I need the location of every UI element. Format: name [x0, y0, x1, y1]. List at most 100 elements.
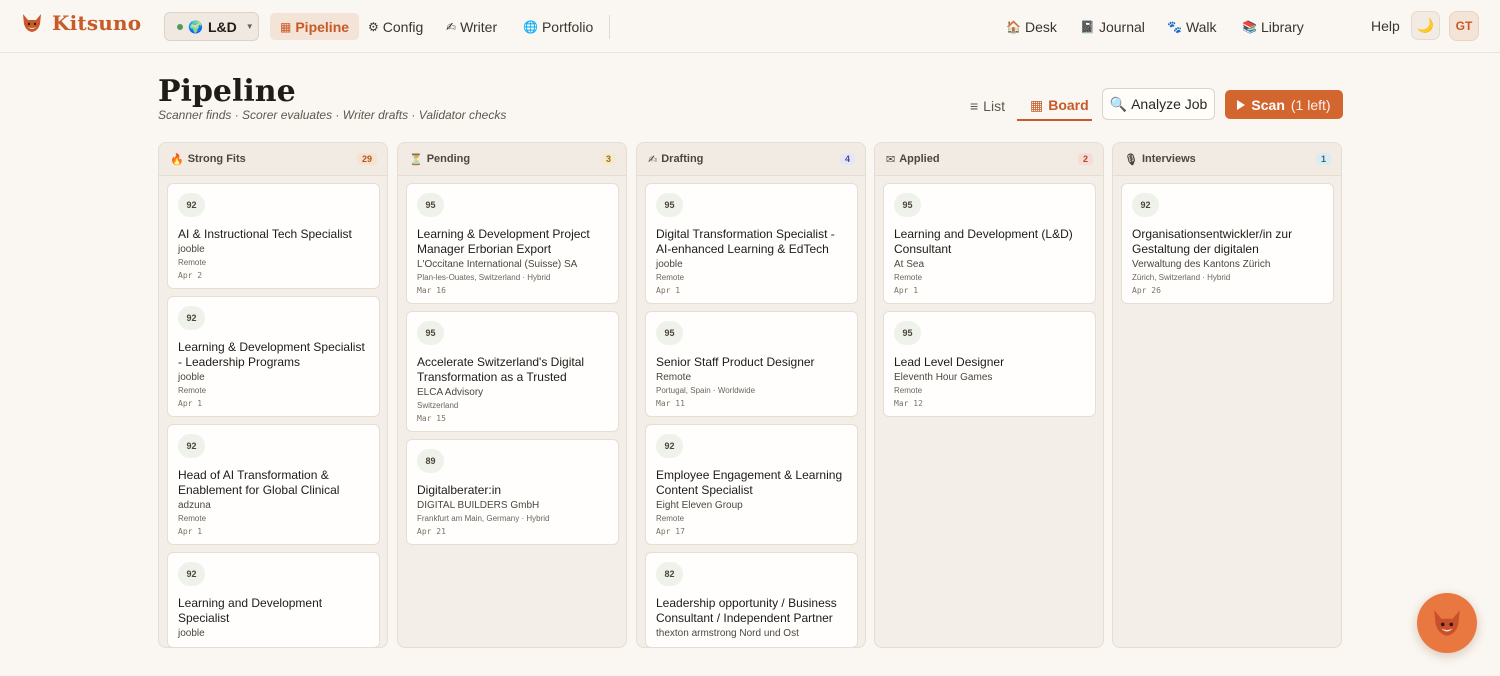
job-card[interactable]: 95 Accelerate Switzerland's Digital Trans… [406, 311, 619, 432]
job-location: Remote [178, 386, 207, 395]
job-location: Remote [894, 273, 923, 282]
nav-writer[interactable]: ✍ Writer [436, 13, 507, 40]
job-card[interactable]: 92 Organisationsentwickler/in zur Gestalt… [1121, 183, 1334, 304]
job-card[interactable]: 92 AI & Instructional Tech Specialist joob… [167, 183, 380, 289]
job-card[interactable]: 95 Senior Staff Product Designer Remote Por… [645, 311, 858, 417]
score-badge: 95 [417, 321, 444, 345]
nav-desk-label: Desk [1024, 18, 1057, 35]
help-link[interactable]: Help [1371, 18, 1400, 34]
nav-desk[interactable]: 🏠 Desk [996, 13, 1067, 40]
nav-journal[interactable]: 📓 Journal [1070, 13, 1155, 40]
card-list: 92 Organisationsentwickler/in zur Gestalt… [1113, 176, 1341, 304]
job-title: Head of AI Transformation & Enablement f… [178, 468, 340, 497]
user-avatar[interactable]: GT [1449, 11, 1479, 41]
column-title: Strong Fits [187, 153, 246, 165]
job-location: Switzerland [417, 401, 459, 410]
score-badge: 92 [178, 193, 205, 217]
nav-portfolio[interactable]: 🌐 Portfolio [513, 13, 603, 40]
job-card[interactable]: 92 Head of AI Transformation & Enablement… [167, 424, 380, 545]
job-company: jooble [178, 628, 205, 639]
job-card[interactable]: 92 Learning and Development Specialist joo… [167, 552, 380, 647]
workspace-label: L&D [207, 18, 237, 35]
app-window: Kitsuno 🌍 L&D ▼ ▦ Pipeline ⚙ Config ✍ Wr… [0, 0, 1500, 676]
theme-toggle-button[interactable]: 🌙 [1411, 11, 1440, 40]
books-icon: 📚 [1242, 19, 1257, 34]
nav-config[interactable]: ⚙ Config [358, 13, 433, 40]
job-card[interactable]: 95 Learning and Development (L&D) Consult… [883, 183, 1096, 304]
job-date: Mar 11 [656, 399, 685, 408]
job-card[interactable]: 82 Leadership opportunity / Business Cons… [645, 552, 858, 647]
column-count-badge: 3 [600, 153, 616, 165]
tab-list-view[interactable]: ≡ List [957, 91, 1018, 121]
job-card[interactable]: 95 Learning & Development Project Manager… [406, 183, 619, 304]
score-badge: 89 [417, 449, 444, 473]
chevron-down-icon: ▼ [245, 22, 254, 31]
scan-remaining: (1 left) [1290, 96, 1331, 113]
column-title: Drafting [661, 153, 704, 165]
job-title: AI & Instructional Tech Specialist [178, 227, 352, 241]
brand-name: Kitsuno [52, 11, 142, 35]
job-title: Organisationsentwickler/in zur Gestaltun… [1132, 227, 1293, 256]
score-badge: 92 [178, 306, 205, 330]
magnifier-icon: 🔍 [1109, 95, 1128, 112]
notebook-icon: 📓 [1080, 19, 1095, 34]
nav-pipeline[interactable]: ▦ Pipeline [270, 13, 360, 40]
job-title: Learning and Development Specialist [178, 596, 323, 625]
job-location: Remote [894, 386, 923, 395]
page-title: Pipeline [158, 74, 296, 109]
score-badge: 95 [656, 321, 683, 345]
scan-label: Scan [1251, 96, 1285, 113]
microphone-icon: 🎙 [1124, 153, 1138, 166]
job-company: At Sea [894, 259, 925, 270]
job-card[interactable]: 95 Lead Level Designer Eleventh Hour Games… [883, 311, 1096, 417]
column-count-badge: 1 [1315, 153, 1331, 165]
fox-mascot-button[interactable] [1417, 593, 1477, 653]
card-list: 92 AI & Instructional Tech Specialist joob… [159, 176, 387, 647]
job-title: Lead Level Designer [894, 355, 1005, 369]
job-location: Remote [178, 514, 207, 523]
column-drafting: ✍ Drafting 4 95 Digital Transformation Sp… [636, 142, 866, 648]
job-title: Senior Staff Product Designer [656, 355, 815, 369]
score-badge: 92 [656, 434, 683, 458]
nav-pipeline-label: Pipeline [295, 18, 350, 35]
tab-board-label: Board [1048, 97, 1089, 113]
job-card[interactable]: 95 Digital Transformation Specialist - AI… [645, 183, 858, 304]
house-icon: 🏠 [1006, 19, 1021, 34]
job-date: Apr 26 [1132, 286, 1161, 295]
job-card[interactable]: 92 Employee Engagement & Learning Content… [645, 424, 858, 545]
nav-walk-label: Walk [1185, 18, 1217, 35]
nav-writer-label: Writer [460, 18, 498, 35]
analyze-job-button[interactable]: 🔍 Analyze Job [1102, 88, 1215, 120]
nav-walk[interactable]: 🐾 Walk [1157, 13, 1227, 40]
job-location: Remote [178, 258, 207, 267]
workspace-selector[interactable]: 🌍 L&D ▼ [164, 12, 259, 41]
globe-icon: 🌍 [188, 19, 203, 34]
column-applied: ✉ Applied 2 95 Learning and Development (… [874, 142, 1104, 648]
play-icon [1237, 99, 1246, 110]
job-title: Employee Engagement & Learning Content S… [656, 468, 843, 497]
job-card[interactable]: 89 Digitalberater:in DIGITAL BUILDERS GmbH… [406, 439, 619, 545]
job-date: Apr 1 [656, 286, 681, 295]
job-date: Mar 12 [894, 399, 923, 408]
nav-library[interactable]: 📚 Library [1232, 13, 1314, 40]
job-company: Verwaltung des Kantons Zürich [1132, 259, 1271, 270]
job-card[interactable]: 92 Learning & Development Specialist - Le… [167, 296, 380, 417]
job-company: jooble [656, 259, 683, 270]
brand[interactable]: Kitsuno [20, 11, 141, 35]
tab-board-view[interactable]: ▦ Board [1017, 91, 1092, 121]
job-title: Leadership opportunity / Business Consul… [656, 596, 837, 625]
job-company: Eight Eleven Group [656, 500, 743, 511]
column-header: ✍ Drafting 4 [637, 143, 865, 176]
job-location: Zürich, Switzerland · Hybrid [1132, 273, 1231, 282]
page-subtitle: Scanner finds · Scorer evaluates · Write… [158, 108, 507, 122]
job-company: jooble [178, 244, 205, 255]
scan-button[interactable]: Scan (1 left) [1225, 90, 1343, 119]
job-company: ELCA Advisory [417, 387, 484, 398]
nav-library-label: Library [1260, 18, 1304, 35]
column-count-badge: 4 [839, 153, 855, 165]
nav-journal-label: Journal [1098, 18, 1145, 35]
score-badge: 95 [656, 193, 683, 217]
column-count-badge: 29 [356, 153, 377, 165]
column-strong-fits: 🔥 Strong Fits 29 92 AI & Instructional Te… [158, 142, 388, 648]
hourglass-icon: ⏳ [409, 153, 423, 166]
